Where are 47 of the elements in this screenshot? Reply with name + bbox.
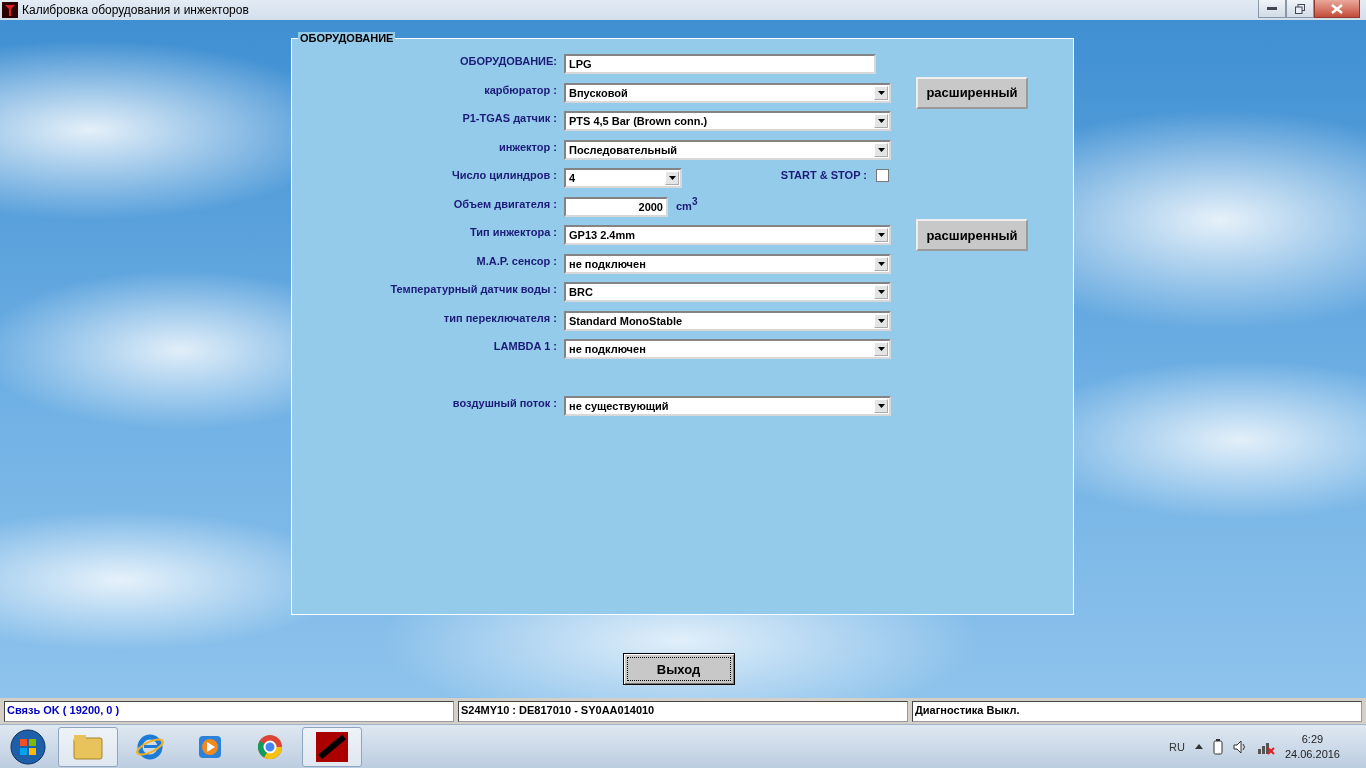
restore-button[interactable] bbox=[1286, 0, 1314, 18]
clock-date[interactable]: 24.06.2016 bbox=[1284, 748, 1340, 760]
dropdown[interactable]: Впусковой bbox=[564, 82, 891, 103]
status-pane: Диагностика Выкл. bbox=[912, 700, 1362, 722]
number-field[interactable]: 2000 bbox=[564, 196, 668, 217]
advanced-button[interactable]: расширенный bbox=[916, 76, 1028, 109]
field-label: Температурный датчик воды : bbox=[389, 283, 558, 296]
minimize-button[interactable] bbox=[1258, 0, 1286, 18]
dropdown[interactable]: Standard MonoStable bbox=[564, 310, 891, 331]
restore-icon bbox=[1295, 3, 1305, 14]
dropdown[interactable]: BRC bbox=[564, 282, 891, 303]
equipment-field[interactable]: LPG bbox=[564, 54, 876, 75]
advanced-button[interactable]: расширенный bbox=[916, 219, 1028, 252]
status-pane: S24MY10 : DE817010 - SY0AA014010 bbox=[458, 700, 908, 722]
status-pane: Связь OK ( 19200, 0 ) bbox=[4, 700, 454, 722]
field-label: карбюратор : bbox=[483, 83, 558, 96]
dropdown[interactable]: 4 bbox=[564, 168, 682, 189]
language-indicator[interactable]: RU bbox=[1169, 740, 1185, 753]
dropdown[interactable]: GP13 2.4mm bbox=[564, 225, 891, 246]
dropdown[interactable]: не существующий bbox=[564, 395, 891, 416]
dropdown[interactable]: Последовательный bbox=[564, 139, 891, 160]
start-button[interactable] bbox=[10, 728, 46, 765]
field-label: LAMBDA 1 : bbox=[492, 340, 558, 353]
show-hidden-icons[interactable] bbox=[1194, 744, 1203, 749]
exit-button[interactable]: Выход bbox=[622, 653, 735, 685]
field-label: Тип инжектора : bbox=[469, 226, 558, 239]
minimize-icon bbox=[1267, 6, 1277, 11]
close-button[interactable] bbox=[1314, 0, 1360, 18]
dropdown[interactable]: не подключен bbox=[564, 253, 891, 274]
battery-icon[interactable] bbox=[1212, 738, 1223, 755]
checkbox-label: START & STOP : bbox=[780, 169, 867, 182]
field-label: M.A.P. сенсор : bbox=[475, 254, 558, 267]
window-title: Калибровка оборудования и инжекторов bbox=[22, 3, 249, 17]
close-icon bbox=[1331, 3, 1343, 14]
field-label: воздушный поток : bbox=[451, 396, 558, 409]
dropdown[interactable]: PTS 4,5 Bar (Brown conn.) bbox=[564, 111, 891, 132]
speaker-icon[interactable] bbox=[1232, 739, 1247, 754]
field-label: инжектор : bbox=[497, 140, 558, 153]
field-label: Число цилиндров : bbox=[450, 169, 558, 182]
field-label: P1-TGAS датчик : bbox=[461, 112, 558, 125]
field-label: тип переключателя : bbox=[442, 311, 558, 324]
checkbox[interactable] bbox=[876, 168, 889, 182]
clock-time[interactable]: 6:29 bbox=[1301, 733, 1324, 745]
field-label: Объем двигателя : bbox=[452, 197, 558, 210]
field-label: ОБОРУДОВАНИЕ: bbox=[458, 55, 558, 68]
panel-title: ОБОРУДОВАНИЕ bbox=[298, 32, 396, 44]
dropdown[interactable]: не подключен bbox=[564, 339, 891, 360]
